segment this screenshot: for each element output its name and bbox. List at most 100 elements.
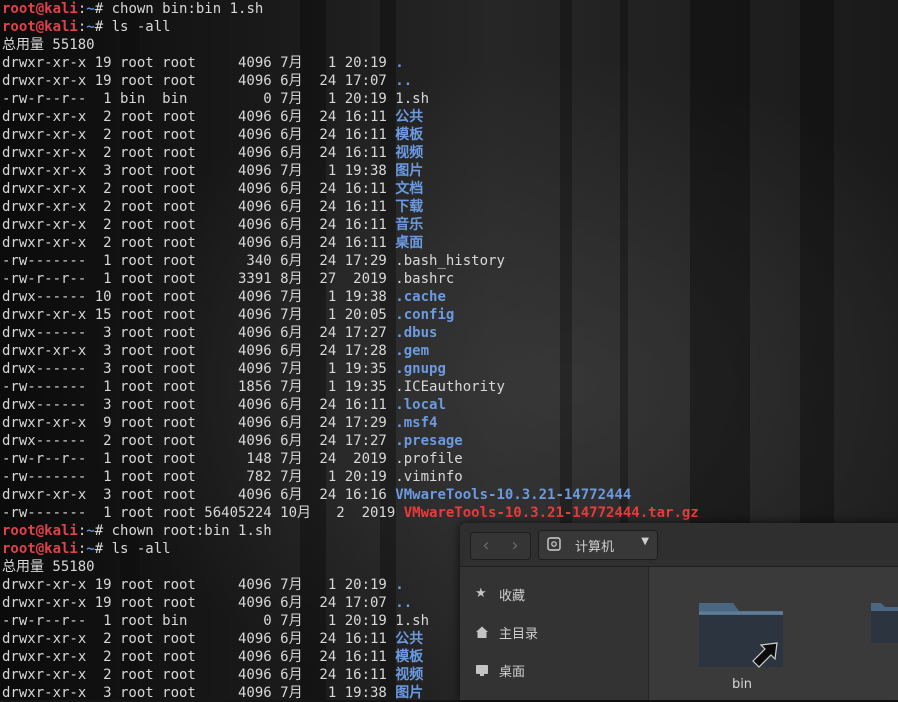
file-manager-window[interactable]: ‹ › 计算机 ▼ ★ 收藏 主目录 桌面 bin bbox=[460, 523, 898, 700]
file-manager-sidebar: ★ 收藏 主目录 桌面 bbox=[460, 567, 649, 700]
listing-row: -rw------- 1 root root 782 7月 1 20:19 .v… bbox=[2, 468, 898, 486]
listing-row: -rw-r--r-- 1 root root 3391 8月 27 2019 .… bbox=[2, 270, 898, 288]
home-icon bbox=[476, 626, 488, 638]
terminal-command-line: root@kali:~# ls -all bbox=[2, 18, 898, 36]
chevron-right-icon: › bbox=[511, 535, 519, 556]
folder-label: bin bbox=[731, 677, 753, 692]
listing-row: drwx------ 2 root root 4096 6月 24 17:27 … bbox=[2, 432, 898, 450]
listing-filename: VMwareTools-10.3.21-14772444 bbox=[395, 487, 632, 503]
listing-row: -rw------- 1 root root 56405224 10月 2 20… bbox=[2, 504, 898, 522]
file-manager-toolbar: ‹ › 计算机 ▼ bbox=[460, 523, 898, 567]
listing-filename: .. bbox=[395, 595, 413, 611]
listing-filename: .profile bbox=[395, 451, 463, 467]
listing-filename: . bbox=[395, 577, 404, 593]
star-icon: ★ bbox=[475, 586, 487, 601]
terminal-output-line: 总用量 55180 bbox=[2, 36, 898, 54]
prompt-hash: # bbox=[94, 1, 112, 17]
listing-filename: . bbox=[395, 55, 404, 71]
folder-link-icon bbox=[699, 603, 783, 668]
listing-filename: VMwareTools-10.3.21-14772444.tar.gz bbox=[403, 505, 699, 521]
listing-meta: drwxr-xr-x 2 root root 4096 6月 24 16:11 bbox=[2, 217, 396, 233]
forward-button[interactable]: › bbox=[500, 532, 531, 560]
sidebar-item-label: 收藏 bbox=[499, 589, 526, 604]
prompt-user: root@kali bbox=[2, 523, 78, 539]
listing-row: drwxr-xr-x 2 root root 4096 6月 24 16:11 … bbox=[2, 216, 898, 234]
chevron-left-icon: ‹ bbox=[482, 535, 490, 556]
listing-meta: drwxr-xr-x 2 root root 4096 6月 24 16:11 bbox=[2, 145, 396, 161]
listing-filename: .bashrc bbox=[395, 271, 455, 287]
sidebar-item-desktop[interactable]: 桌面 bbox=[460, 651, 648, 687]
prompt-user: root@kali bbox=[2, 19, 78, 35]
listing-meta: drwxr-xr-x 2 root root 4096 6月 24 16:11 bbox=[2, 631, 396, 647]
listing-meta: drwxr-xr-x 2 root root 4096 6月 24 16:11 bbox=[2, 199, 396, 215]
sidebar-item-home[interactable]: 主目录 bbox=[460, 613, 648, 649]
sidebar-item-label: 桌面 bbox=[499, 665, 526, 680]
prompt-user: root@kali bbox=[2, 1, 78, 17]
listing-meta: drwx------ 10 root root 4096 7月 1 19:38 bbox=[2, 289, 396, 305]
listing-meta: -rw------- 1 root root 56405224 10月 2 20… bbox=[2, 505, 404, 521]
listing-meta: -rw-r--r-- 1 bin bin 0 7月 1 20:19 bbox=[2, 91, 396, 107]
listing-meta: drwxr-xr-x 2 root root 4096 6月 24 16:11 bbox=[2, 235, 396, 251]
listing-meta: drwxr-xr-x 3 root root 4096 7月 1 19:38 bbox=[2, 685, 396, 701]
listing-filename: 视频 bbox=[395, 667, 424, 683]
listing-filename: .. bbox=[395, 73, 413, 89]
listing-filename: .cache bbox=[395, 289, 446, 305]
file-manager-content: bin bbox=[649, 567, 898, 700]
back-button[interactable]: ‹ bbox=[470, 532, 502, 560]
listing-meta: drwx------ 3 root root 4096 6月 24 16:11 bbox=[2, 397, 396, 413]
listing-row: -rw-r--r-- 1 bin bin 0 7月 1 20:19 1.sh bbox=[2, 90, 898, 108]
listing-row: -rw-r--r-- 1 root root 148 7月 24 2019 .p… bbox=[2, 450, 898, 468]
sidebar-item-starred[interactable]: ★ 收藏 bbox=[460, 575, 648, 611]
listing-row: drwxr-xr-x 2 root root 4096 6月 24 16:11 … bbox=[2, 108, 898, 126]
location-button[interactable]: 计算机 ▼ bbox=[538, 530, 658, 560]
listing-meta: drwxr-xr-x 19 root root 4096 7月 1 20:19 bbox=[2, 55, 396, 71]
listing-meta: drwxr-xr-x 19 root root 4096 6月 24 17:07 bbox=[2, 595, 396, 611]
listing-row: drwxr-xr-x 2 root root 4096 6月 24 16:11 … bbox=[2, 180, 898, 198]
listing-filename: 桌面 bbox=[395, 235, 424, 251]
listing-meta: drwx------ 3 root root 4096 7月 1 19:35 bbox=[2, 361, 396, 377]
command-text: chown root:bin 1.sh bbox=[111, 523, 272, 539]
desktop-icon bbox=[476, 665, 488, 676]
output-text: 总用量 55180 bbox=[2, 37, 95, 53]
listing-row: drwxr-xr-x 19 root root 4096 7月 1 20:19 … bbox=[2, 54, 898, 72]
listing-filename: 图片 bbox=[395, 685, 424, 701]
listing-row: drwxr-xr-x 3 root root 4096 6月 24 17:28 … bbox=[2, 342, 898, 360]
listing-meta: drwxr-xr-x 2 root root 4096 6月 24 16:11 bbox=[2, 649, 396, 665]
listing-row: drwxr-xr-x 2 root root 4096 6月 24 16:11 … bbox=[2, 126, 898, 144]
location-label: 计算机 bbox=[575, 540, 615, 555]
listing-meta: drwxr-xr-x 3 root root 4096 6月 24 17:28 bbox=[2, 343, 396, 359]
listing-meta: drwxr-xr-x 19 root root 4096 7月 1 20:19 bbox=[2, 577, 396, 593]
listing-meta: drwx------ 3 root root 4096 6月 24 17:27 bbox=[2, 325, 396, 341]
listing-filename: 公共 bbox=[395, 631, 424, 647]
listing-filename: .viminfo bbox=[395, 469, 463, 485]
terminal-command-line: root@kali:~# chown bin:bin 1.sh bbox=[2, 0, 898, 18]
listing-filename: .presage bbox=[395, 433, 463, 449]
listing-meta: drwxr-xr-x 2 root root 4096 6月 24 16:11 bbox=[2, 127, 396, 143]
listing-filename: 1.sh bbox=[395, 613, 430, 629]
listing-meta: drwxr-xr-x 2 root root 4096 6月 24 16:11 bbox=[2, 109, 396, 125]
folder-item-bin[interactable]: bin bbox=[695, 583, 789, 693]
listing-row: drwxr-xr-x 15 root root 4096 7月 1 20:05 … bbox=[2, 306, 898, 324]
listing-filename: 模板 bbox=[395, 649, 424, 665]
prompt-directory: ~ bbox=[86, 19, 95, 35]
prompt-directory: ~ bbox=[86, 523, 95, 539]
listing-meta: drwxr-xr-x 2 root root 4096 6月 24 16:11 bbox=[2, 667, 396, 683]
listing-row: drwx------ 3 root root 4096 6月 24 17:27 … bbox=[2, 324, 898, 342]
listing-row: drwx------ 10 root root 4096 7月 1 19:38 … bbox=[2, 288, 898, 306]
listing-meta: drwxr-xr-x 9 root root 4096 6月 24 17:29 bbox=[2, 415, 396, 431]
prompt-hash: # bbox=[94, 19, 112, 35]
prompt-hash: # bbox=[94, 541, 112, 557]
listing-row: drwxr-xr-x 2 root root 4096 6月 24 16:11 … bbox=[2, 234, 898, 252]
listing-meta: -rw-r--r-- 1 root root 148 7月 24 2019 bbox=[2, 451, 396, 467]
listing-filename: .local bbox=[395, 397, 446, 413]
listing-filename: 1.sh bbox=[395, 91, 430, 107]
listing-meta: drwxr-xr-x 15 root root 4096 7月 1 20:05 bbox=[2, 307, 396, 323]
listing-meta: -rw-r--r-- 1 root root 3391 8月 27 2019 bbox=[2, 271, 396, 287]
listing-row: drwxr-xr-x 3 root root 4096 6月 24 16:16 … bbox=[2, 486, 898, 504]
listing-filename: .config bbox=[395, 307, 455, 323]
listing-filename: .gem bbox=[395, 343, 430, 359]
listing-row: drwx------ 3 root root 4096 7月 1 19:35 .… bbox=[2, 360, 898, 378]
listing-meta: drwxr-xr-x 2 root root 4096 6月 24 16:11 bbox=[2, 181, 396, 197]
listing-row: drwx------ 3 root root 4096 6月 24 16:11 … bbox=[2, 396, 898, 414]
command-text: ls -all bbox=[111, 541, 171, 557]
